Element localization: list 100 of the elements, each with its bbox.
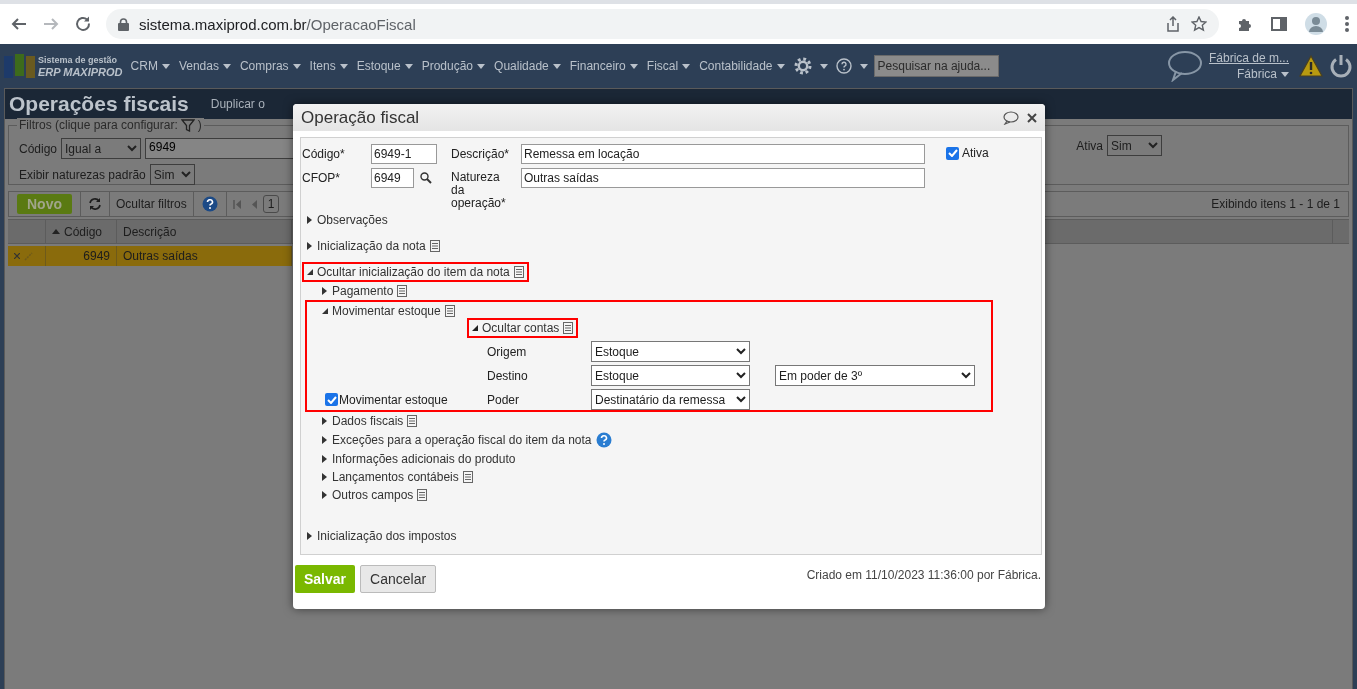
section-toggle[interactable]: Movimentar estoque xyxy=(317,302,460,320)
menu-icon[interactable] xyxy=(1345,16,1349,32)
lock-icon xyxy=(118,17,129,31)
menu-item[interactable]: Estoque xyxy=(356,59,413,73)
field-label: Código* xyxy=(302,146,346,161)
caret-icon xyxy=(1281,71,1289,77)
section-toggle[interactable]: Inicialização dos impostos xyxy=(302,526,462,546)
section-toggle[interactable]: Exceções para a operação fiscal do item da nota xyxy=(317,430,617,450)
refresh-icon[interactable] xyxy=(87,197,103,211)
user-link[interactable]: Fábrica de m... xyxy=(1208,51,1289,65)
menu-item[interactable]: Compras xyxy=(239,59,301,73)
note-icon xyxy=(444,305,455,317)
expand-triangle-icon xyxy=(321,491,328,499)
help-icon[interactable] xyxy=(595,432,612,448)
avatar-icon[interactable] xyxy=(1305,13,1327,35)
caret-icon xyxy=(339,63,348,69)
note-icon xyxy=(407,415,418,427)
logo-text: ERP MAXIPROD xyxy=(38,66,123,78)
close-icon[interactable] xyxy=(1027,112,1037,123)
help-icon[interactable] xyxy=(835,58,852,74)
menu-item[interactable]: Fiscal xyxy=(646,59,691,73)
section-toggle[interactable]: Lançamentos contábeis xyxy=(317,468,478,486)
hide-filters-button[interactable]: Ocultar filtros xyxy=(110,197,193,211)
star-icon[interactable] xyxy=(1191,16,1207,32)
address-bar[interactable]: sistema.maxiprod.com.br/OperacaoFiscal xyxy=(106,9,1219,39)
dropdown[interactable]: Em poder de 3º xyxy=(775,365,975,386)
code-field[interactable]: 6949-1 xyxy=(371,144,437,164)
caret-icon xyxy=(776,63,785,69)
section-toggle[interactable]: Dados fiscais xyxy=(317,412,423,430)
chevron-icon xyxy=(1148,142,1158,149)
note-icon xyxy=(563,322,574,334)
expand-triangle-icon xyxy=(306,216,313,224)
column-header[interactable]: Descrição xyxy=(117,220,292,243)
warning-icon[interactable] xyxy=(1299,55,1323,77)
section-toggle[interactable]: Ocultar contas xyxy=(467,318,579,338)
dropdown[interactable]: Sim xyxy=(1107,135,1162,156)
dropdown[interactable]: Destinatário da remessa xyxy=(591,389,750,410)
section-toggle[interactable]: Pagamento xyxy=(317,282,413,300)
note-icon xyxy=(397,285,408,297)
chat-icon[interactable] xyxy=(1166,50,1203,82)
company-selector[interactable]: Fábrica xyxy=(1237,67,1289,81)
reload-icon[interactable] xyxy=(74,15,92,33)
expand-triangle-icon xyxy=(321,287,328,295)
section-toggle[interactable]: Observações xyxy=(302,210,393,230)
funnel-icon[interactable] xyxy=(180,118,195,132)
checkbox[interactable] xyxy=(325,393,338,406)
expand-triangle-icon xyxy=(321,436,328,444)
section-toggle[interactable]: Inicialização da nota xyxy=(302,236,445,256)
menu-item[interactable]: Vendas xyxy=(178,59,231,73)
puzzle-icon[interactable] xyxy=(1237,16,1253,32)
settings-icon[interactable] xyxy=(793,57,812,75)
caret-icon xyxy=(682,63,691,69)
chevron-icon xyxy=(180,171,191,178)
note-icon xyxy=(417,489,428,501)
section-toggle[interactable]: Ocultar inicialização do item da nota xyxy=(302,262,529,282)
section-toggle[interactable]: Informações adicionais do produto xyxy=(317,450,521,468)
checkbox[interactable] xyxy=(946,146,959,160)
dropdown[interactable]: Sim xyxy=(149,164,195,185)
cfop-field[interactable]: 6949 xyxy=(371,168,414,188)
menu-item[interactable]: Contabilidade xyxy=(699,59,785,73)
page-number[interactable]: 1 xyxy=(262,195,280,213)
search-field[interactable]: Pesquisar na ajuda... xyxy=(873,55,999,77)
description-field[interactable]: Remessa em locação xyxy=(521,144,925,164)
toolbar-link[interactable]: Duplicar o xyxy=(210,97,265,111)
caret-icon xyxy=(292,63,301,69)
filters-legend[interactable]: Filtros (clique para configurar: xyxy=(19,118,178,132)
menu-item[interactable]: Financeiro xyxy=(569,59,638,73)
sidebar-icon[interactable] xyxy=(1271,16,1287,32)
collapse-triangle-icon xyxy=(471,324,478,332)
table-cell: 6949 xyxy=(46,246,117,266)
help-icon[interactable] xyxy=(201,196,218,212)
dialog-title: Operação fiscal xyxy=(301,107,421,128)
menu-item[interactable]: Itens xyxy=(309,59,348,73)
power-icon[interactable] xyxy=(1329,54,1353,78)
chevron-icon xyxy=(736,396,746,403)
caret-icon xyxy=(629,63,638,69)
field-label: Destino xyxy=(487,368,529,383)
cancel-button[interactable]: Cancelar xyxy=(360,565,437,593)
section-toggle[interactable]: Outros campos xyxy=(317,486,433,504)
field-label: Descrição* xyxy=(451,146,511,161)
note-icon xyxy=(462,471,473,483)
column-header[interactable]: Código xyxy=(46,220,117,243)
nature-field[interactable]: Outras saídas xyxy=(521,168,925,188)
logo-text: Sistema de gestão xyxy=(38,54,119,66)
chevron-icon xyxy=(736,372,746,379)
menu-item[interactable]: Produção xyxy=(421,59,486,73)
dropdown[interactable]: Igual a xyxy=(61,138,142,159)
expand-triangle-icon xyxy=(321,455,328,463)
search-icon[interactable] xyxy=(420,172,432,184)
caret-icon xyxy=(404,63,413,69)
menu-item[interactable]: CRM xyxy=(130,59,170,73)
check-icon xyxy=(947,149,958,157)
dropdown[interactable]: Estoque xyxy=(591,341,750,362)
caret-icon xyxy=(819,63,828,69)
share-icon[interactable] xyxy=(1165,16,1181,32)
menu-item[interactable]: Qualidade xyxy=(494,59,561,73)
field-label: CFOP* xyxy=(302,170,341,185)
dropdown[interactable]: Estoque xyxy=(591,365,750,386)
note-icon xyxy=(429,240,440,252)
comment-icon[interactable] xyxy=(1003,110,1019,125)
